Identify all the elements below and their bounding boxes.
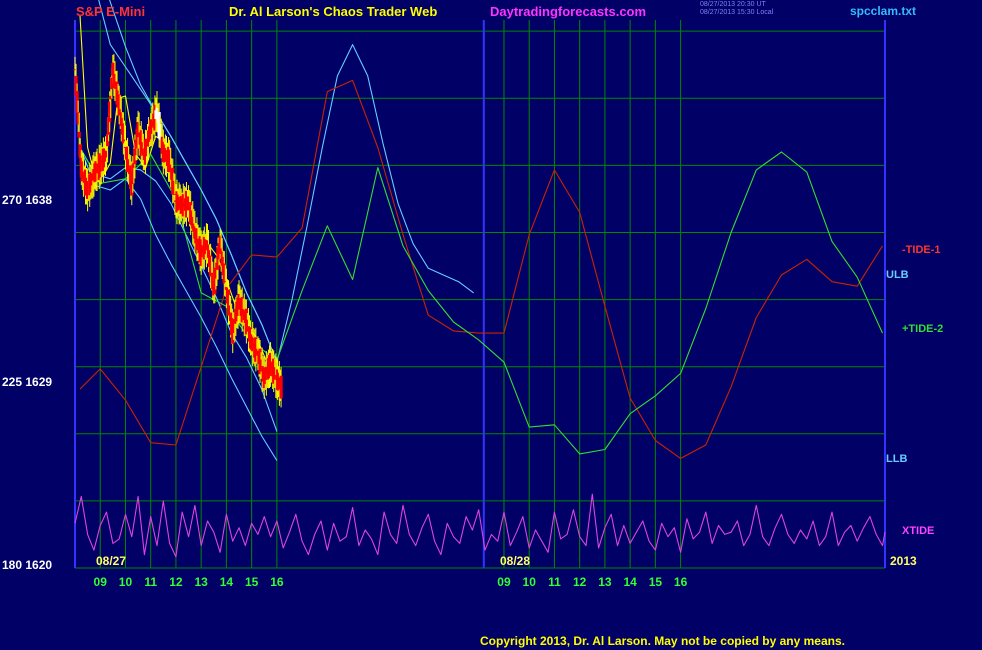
timestamp-ut: 08/27/2013 20:30 UT bbox=[700, 1, 766, 8]
price-bar bbox=[77, 131, 81, 138]
x-tick-label: 10 bbox=[523, 575, 537, 589]
x-tick-label: 12 bbox=[169, 575, 183, 589]
x-tick-label: 13 bbox=[598, 575, 612, 589]
x-tick-label: 09 bbox=[94, 575, 108, 589]
legend-tide2: +TIDE-2 bbox=[902, 323, 944, 335]
x-tick-label: 15 bbox=[245, 575, 259, 589]
site-url[interactable]: Daytradingforecasts.com bbox=[490, 4, 646, 19]
symbol-label: S&P E-Mini bbox=[76, 4, 146, 19]
legend-xtide: XTIDE bbox=[902, 525, 935, 537]
x-tick-label: 10 bbox=[119, 575, 133, 589]
legend-llb: LLB bbox=[886, 453, 908, 465]
data-file-label: spcclam.txt bbox=[850, 4, 917, 18]
x-tick-label: 16 bbox=[270, 575, 284, 589]
copyright-notice: Copyright 2013, Dr. Al Larson. May not b… bbox=[480, 634, 845, 648]
timestamps: 08/27/2013 20:30 UT 08/27/2013 15:30 Loc… bbox=[700, 1, 773, 17]
x-tick-label: 11 bbox=[548, 575, 561, 589]
legend-tide1: -TIDE-1 bbox=[902, 244, 941, 256]
timestamp-local: 08/27/2013 15:30 Local bbox=[700, 9, 774, 16]
price-bar bbox=[279, 375, 283, 399]
y-tick-label: 180 1620 bbox=[2, 558, 53, 572]
x-tick-label: 09 bbox=[497, 575, 511, 589]
x-tick-label: 11 bbox=[144, 575, 157, 589]
x-tick-label: 15 bbox=[649, 575, 663, 589]
x-tick-label: 12 bbox=[573, 575, 587, 589]
site-title: Dr. Al Larson's Chaos Trader Web bbox=[229, 4, 438, 19]
year-label: 2013 bbox=[890, 554, 917, 568]
x-tick-label: 14 bbox=[220, 575, 234, 589]
x-tick-label: 14 bbox=[623, 575, 637, 589]
x-tick-label: 13 bbox=[194, 575, 208, 589]
x-tick-label: 16 bbox=[674, 575, 688, 589]
y-tick-label: 270 1638 bbox=[2, 193, 53, 207]
chart-canvas: 09 10 11 12 13 14 15 16 09 10 11 12 13 14 15 16 bbox=[0, 0, 982, 650]
date-label-start: 08/27 bbox=[96, 554, 127, 568]
y-tick-label: 225 1629 bbox=[2, 375, 53, 389]
legend-ulb: ULB bbox=[886, 269, 909, 281]
date-label-next: 08/28 bbox=[500, 554, 531, 568]
